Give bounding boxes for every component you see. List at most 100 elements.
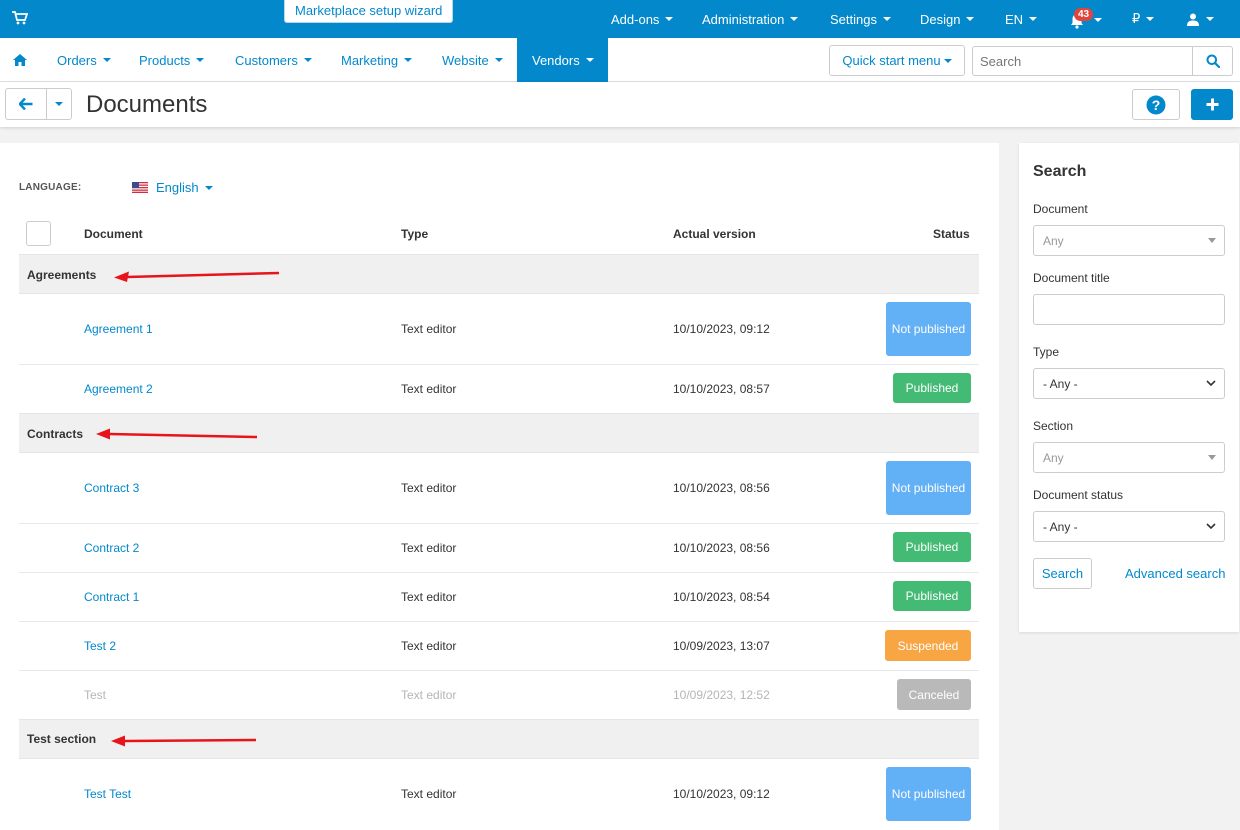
document-version: 10/09/2023, 13:07 <box>673 639 770 653</box>
document-link[interactable]: Test 2 <box>84 639 116 653</box>
document-type: Text editor <box>401 382 457 396</box>
document-version: 10/10/2023, 08:56 <box>673 541 770 555</box>
status-badge[interactable]: Not published <box>886 767 971 821</box>
document-type: Text editor <box>401 787 457 801</box>
nav-orders-label: Orders <box>57 52 97 68</box>
select-all-checkbox[interactable] <box>26 221 51 246</box>
nav-orders[interactable]: Orders <box>57 38 111 82</box>
table-row: Test 2 Text editor 10/09/2023, 13:07 Sus… <box>19 622 979 671</box>
column-header-status[interactable]: Status <box>933 227 970 241</box>
status-badge[interactable]: Not published <box>886 302 971 356</box>
nav-products[interactable]: Products <box>139 38 205 82</box>
caret-down-icon <box>1146 17 1155 21</box>
nav-website-label: Website <box>442 52 489 68</box>
nav-marketing-label: Marketing <box>341 52 399 68</box>
document-title-input[interactable] <box>1033 294 1225 325</box>
document-filter-label: Document <box>1033 202 1088 216</box>
document-version: 10/10/2023, 08:57 <box>673 382 770 396</box>
nav-customers[interactable]: Customers <box>235 38 312 82</box>
column-header-actual-version[interactable]: Actual version <box>673 227 756 241</box>
caret-down-icon <box>102 58 111 62</box>
top-bar: Marketplace setup wizard Add-ons Adminis… <box>0 0 1240 38</box>
nav-products-label: Products <box>139 52 191 68</box>
document-link[interactable]: Test <box>84 688 106 702</box>
nav-marketing[interactable]: Marketing <box>341 38 413 82</box>
global-search-button[interactable] <box>1192 46 1233 76</box>
type-filter-value: - Any - <box>1043 376 1078 391</box>
caret-down-icon <box>943 58 952 63</box>
menu-addons[interactable]: Add-ons <box>611 0 674 38</box>
menu-design[interactable]: Design <box>920 0 975 38</box>
document-link[interactable]: Agreement 2 <box>84 382 153 396</box>
user-menu[interactable] <box>1186 0 1214 38</box>
status-badge[interactable]: Published <box>893 532 971 562</box>
cart-icon[interactable] <box>12 11 28 25</box>
language-selector[interactable]: English <box>132 180 213 195</box>
notifications-button[interactable]: 43 <box>1068 7 1102 33</box>
sidebar-search-button[interactable]: Search <box>1033 558 1092 589</box>
caret-down-icon <box>882 17 891 21</box>
nav-website[interactable]: Website <box>442 38 503 82</box>
status-filter-value: - Any - <box>1043 519 1078 534</box>
currency-menu[interactable]: ₽ <box>1132 0 1155 38</box>
column-header-type[interactable]: Type <box>401 227 428 241</box>
language-label: LANGUAGE: <box>19 182 82 193</box>
document-type: Text editor <box>401 590 457 604</box>
add-document-button[interactable] <box>1191 89 1233 120</box>
arrow-left-icon <box>19 98 33 110</box>
back-dropdown-button[interactable] <box>46 88 72 120</box>
column-header-document[interactable]: Document <box>84 227 143 241</box>
caret-down-icon <box>404 58 413 62</box>
status-filter-select[interactable]: - Any - <box>1033 511 1225 542</box>
global-search-input[interactable] <box>972 46 1193 76</box>
menu-administration[interactable]: Administration <box>702 0 799 38</box>
type-filter-select[interactable]: - Any - <box>1033 368 1225 399</box>
notification-count-badge: 43 <box>1074 8 1094 21</box>
document-link[interactable]: Contract 1 <box>84 590 139 604</box>
nav-customers-label: Customers <box>235 52 298 68</box>
menu-design-label: Design <box>920 11 961 27</box>
status-badge[interactable]: Canceled <box>897 679 971 710</box>
menu-settings[interactable]: Settings <box>830 0 891 38</box>
caret-down-icon <box>790 17 799 21</box>
title-bar: Documents ? <box>0 82 1240 127</box>
status-filter-label: Document status <box>1033 488 1124 502</box>
table-row: Agreement 1 Text editor 10/10/2023, 09:1… <box>19 294 979 365</box>
back-button[interactable] <box>5 88 47 120</box>
document-link[interactable]: Contract 3 <box>84 481 139 495</box>
menu-language[interactable]: EN <box>1005 0 1038 38</box>
status-badge[interactable]: Not published <box>886 461 971 515</box>
document-version: 10/10/2023, 09:12 <box>673 787 770 801</box>
advanced-search-link[interactable]: Advanced search <box>1125 566 1225 581</box>
menu-settings-label: Settings <box>830 11 877 27</box>
red-arrow-annotation <box>111 735 257 747</box>
nav-vendors-label: Vendors <box>532 52 580 68</box>
marketplace-setup-wizard-link[interactable]: Marketplace setup wizard <box>284 0 454 23</box>
status-badge[interactable]: Published <box>893 373 971 403</box>
home-icon <box>13 54 27 66</box>
nav-vendors[interactable]: Vendors <box>517 38 608 82</box>
table-row: Test Text editor 10/09/2023, 12:52 Cance… <box>19 671 979 720</box>
quick-start-label: Quick start menu <box>842 53 941 68</box>
table-row: Contract 3 Text editor 10/10/2023, 08:56… <box>19 453 979 524</box>
document-link[interactable]: Test Test <box>84 787 131 801</box>
section-filter-select[interactable]: Any <box>1033 442 1225 473</box>
section-filter-value: Any <box>1043 450 1064 465</box>
document-title-label: Document title <box>1033 271 1110 285</box>
document-link[interactable]: Contract 2 <box>84 541 139 555</box>
caret-down-icon <box>1208 238 1216 243</box>
type-filter-label: Type <box>1033 345 1060 359</box>
caret-down-icon <box>303 58 312 62</box>
quick-start-menu-button[interactable]: Quick start menu <box>829 45 965 76</box>
document-link[interactable]: Agreement 1 <box>84 322 153 336</box>
document-version: 10/10/2023, 09:12 <box>673 322 770 336</box>
document-filter-select[interactable]: Any <box>1033 225 1225 256</box>
language-value: English <box>156 180 199 195</box>
status-badge[interactable]: Suspended <box>885 630 971 661</box>
group-label: Test section <box>27 732 97 746</box>
help-button[interactable]: ? <box>1132 89 1180 120</box>
red-arrow-annotation <box>96 428 258 440</box>
home-button[interactable] <box>13 38 29 82</box>
status-badge[interactable]: Published <box>893 581 971 611</box>
menu-administration-label: Administration <box>702 11 785 27</box>
